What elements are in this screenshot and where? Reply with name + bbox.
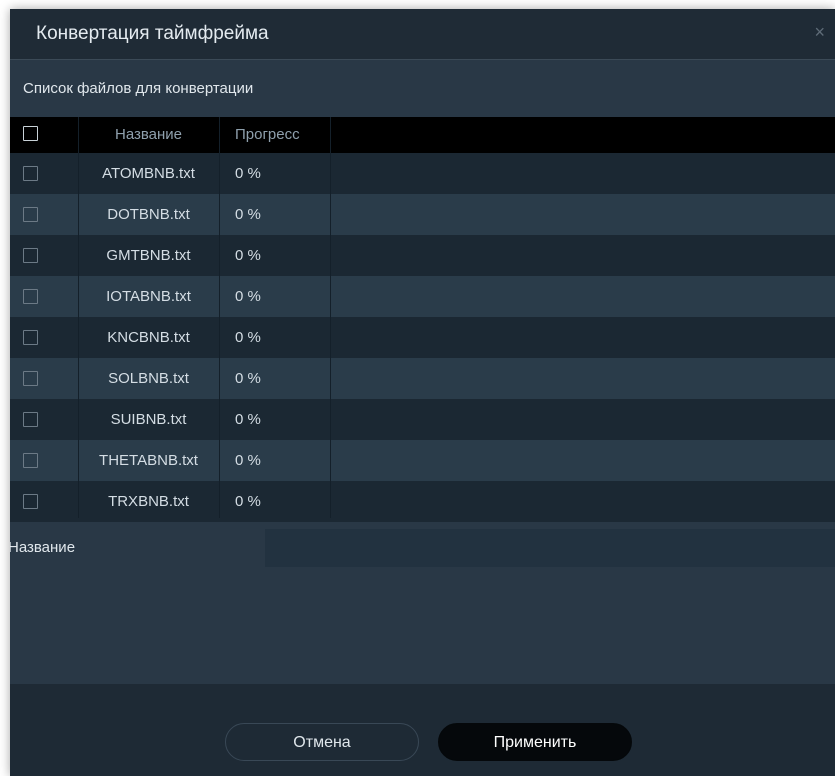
dialog-footer: Отмена Применить	[10, 684, 835, 776]
convert-timeframe-dialog: Конвертация таймфрейма × Список файлов д…	[10, 9, 835, 776]
files-table: Название Прогресс ATOMBNB.txt 0 % DOTBNB…	[10, 117, 835, 522]
row-checkbox[interactable]	[23, 288, 38, 304]
select-all-checkbox[interactable]	[23, 126, 38, 141]
row-progress-cell: 0 %	[219, 481, 331, 522]
row-checkbox[interactable]	[23, 329, 38, 345]
table-row[interactable]: SUIBNB.txt 0 %	[10, 399, 835, 440]
row-file-name: GMTBNB.txt	[106, 247, 191, 264]
row-name-cell: KNCBNB.txt	[78, 317, 219, 358]
row-file-name: TRXBNB.txt	[108, 493, 189, 510]
row-check-cell	[10, 276, 78, 317]
row-progress: 0 %	[235, 206, 261, 223]
close-icon[interactable]: ×	[814, 23, 825, 41]
row-check-cell	[10, 317, 78, 358]
row-progress: 0 %	[235, 411, 261, 428]
header-check-cell	[10, 117, 78, 153]
row-file-name: DOTBNB.txt	[107, 206, 190, 223]
dialog-titlebar: Конвертация таймфрейма ×	[10, 9, 835, 60]
row-progress: 0 %	[235, 452, 261, 469]
table-row[interactable]: DOTBNB.txt 0 %	[10, 194, 835, 235]
row-check-cell	[10, 399, 78, 440]
table-header: Название Прогресс	[10, 117, 835, 153]
row-name-cell: TRXBNB.txt	[78, 481, 219, 522]
row-file-name: THETABNB.txt	[99, 452, 198, 469]
name-input[interactable]	[265, 529, 835, 567]
row-progress-cell: 0 %	[219, 276, 331, 317]
row-progress: 0 %	[235, 288, 261, 305]
table-row[interactable]: TRXBNB.txt 0 %	[10, 481, 835, 522]
row-checkbox[interactable]	[23, 370, 38, 386]
row-checkbox[interactable]	[23, 493, 38, 509]
table-row[interactable]: SOLBNB.txt 0 %	[10, 358, 835, 399]
column-divider	[330, 117, 331, 518]
row-check-cell	[10, 194, 78, 235]
row-check-cell	[10, 153, 78, 194]
row-progress: 0 %	[235, 165, 261, 182]
column-header-name[interactable]: Название	[78, 117, 219, 153]
column-header-progress-label: Прогресс	[235, 126, 300, 143]
files-section-label: Список файлов для конвертации	[23, 80, 254, 97]
row-checkbox[interactable]	[23, 247, 38, 263]
row-file-name: ATOMBNB.txt	[102, 165, 195, 182]
row-progress: 0 %	[235, 370, 261, 387]
row-progress-cell: 0 %	[219, 399, 331, 440]
column-header-name-label: Название	[114, 126, 183, 143]
apply-button[interactable]: Применить	[438, 723, 632, 761]
table-row[interactable]: GMTBNB.txt 0 %	[10, 235, 835, 276]
table-row[interactable]: KNCBNB.txt 0 %	[10, 317, 835, 358]
row-file-name: KNCBNB.txt	[107, 329, 190, 346]
row-progress: 0 %	[235, 247, 261, 264]
row-name-cell: GMTBNB.txt	[78, 235, 219, 276]
row-check-cell	[10, 481, 78, 522]
row-progress-cell: 0 %	[219, 317, 331, 358]
column-header-progress[interactable]: Прогресс	[219, 117, 331, 153]
row-checkbox[interactable]	[23, 452, 38, 468]
row-name-cell: SUIBNB.txt	[78, 399, 219, 440]
row-progress-cell: 0 %	[219, 440, 331, 481]
row-name-cell: IOTABNB.txt	[78, 276, 219, 317]
row-checkbox[interactable]	[23, 206, 38, 222]
row-name-cell: THETABNB.txt	[78, 440, 219, 481]
row-file-name: SOLBNB.txt	[108, 370, 189, 387]
row-file-name: IOTABNB.txt	[106, 288, 191, 305]
name-field-label: Название	[10, 539, 76, 556]
row-file-name: SUIBNB.txt	[110, 411, 187, 428]
column-divider	[219, 117, 220, 518]
row-name-cell: ATOMBNB.txt	[78, 153, 219, 194]
row-progress-cell: 0 %	[219, 235, 331, 276]
row-progress-cell: 0 %	[219, 358, 331, 399]
row-checkbox[interactable]	[23, 165, 38, 181]
row-check-cell	[10, 358, 78, 399]
row-progress-cell: 0 %	[219, 194, 331, 235]
row-name-cell: SOLBNB.txt	[78, 358, 219, 399]
table-row[interactable]: IOTABNB.txt 0 %	[10, 276, 835, 317]
row-check-cell	[10, 440, 78, 481]
row-name-cell: DOTBNB.txt	[78, 194, 219, 235]
table-row[interactable]: ATOMBNB.txt 0 %	[10, 153, 835, 194]
row-progress: 0 %	[235, 329, 261, 346]
column-divider	[78, 117, 79, 518]
table-row[interactable]: THETABNB.txt 0 %	[10, 440, 835, 481]
dialog-title: Конвертация таймфрейма	[36, 23, 269, 44]
row-progress: 0 %	[235, 493, 261, 510]
cancel-button[interactable]: Отмена	[225, 723, 419, 761]
row-progress-cell: 0 %	[219, 153, 331, 194]
row-checkbox[interactable]	[23, 411, 38, 427]
row-check-cell	[10, 235, 78, 276]
